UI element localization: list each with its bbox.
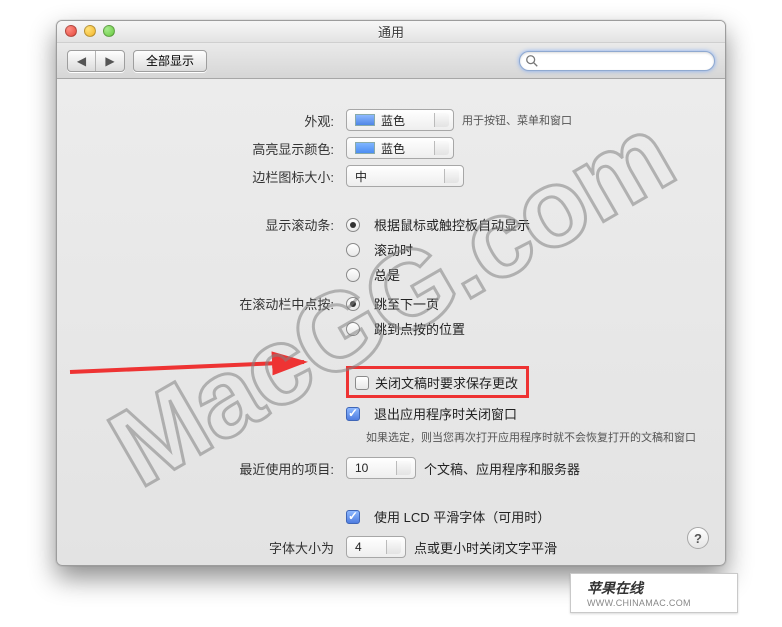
lcd-smoothing-label[interactable]: 使用 LCD 平滑字体（可用时）	[374, 507, 550, 526]
highlight-label: 高亮显示颜色:	[81, 139, 346, 158]
close-windows-label[interactable]: 退出应用程序时关闭窗口	[374, 404, 517, 423]
scroll-click-label: 在滚动栏中点按:	[81, 294, 346, 313]
preferences-window: 通用 ◀ ▶ 全部显示 外观: 蓝色 ▲▼ 用于按钮、菜单和窗口	[56, 20, 726, 566]
scroll-click-radio-page[interactable]	[346, 297, 360, 311]
font-smooth-value: 4	[355, 540, 362, 554]
recent-value: 10	[355, 461, 368, 475]
footer-badge: 苹果在线 WWW.CHINAMAC.COM	[570, 573, 738, 613]
sidebar-icon-popup[interactable]: 中 ▲▼	[346, 165, 464, 187]
scrollbar-opt-scrolling[interactable]: 滚动时	[374, 240, 413, 259]
appearance-value: 蓝色	[381, 112, 405, 129]
search-wrap	[519, 51, 715, 71]
close-window-button[interactable]	[65, 25, 77, 37]
font-smooth-label: 字体大小为	[81, 538, 346, 557]
highlight-value: 蓝色	[381, 140, 405, 157]
search-icon	[525, 54, 539, 68]
sidebar-icon-value: 中	[355, 168, 367, 185]
titlebar: 通用	[57, 21, 725, 43]
ask-save-label[interactable]: 关闭文稿时要求保存更改	[375, 373, 518, 392]
scroll-click-opt-page[interactable]: 跳至下一页	[374, 294, 439, 313]
annotation-highlight: 关闭文稿时要求保存更改	[346, 366, 529, 398]
appearance-hint: 用于按钮、菜单和窗口	[462, 112, 572, 128]
close-windows-checkbox[interactable]	[346, 407, 360, 421]
recent-popup[interactable]: 10 ▲▼	[346, 457, 416, 479]
search-input[interactable]	[519, 51, 715, 71]
scroll-click-opt-spot[interactable]: 跳到点按的位置	[374, 319, 465, 338]
footer-url: WWW.CHINAMAC.COM	[587, 598, 691, 608]
scrollbar-radio-auto[interactable]	[346, 218, 360, 232]
zoom-window-button[interactable]	[103, 25, 115, 37]
content: 外观: 蓝色 ▲▼ 用于按钮、菜单和窗口 高亮显示颜色: 蓝色 ▲▼	[57, 79, 725, 566]
font-smooth-popup[interactable]: 4 ▲▼	[346, 536, 406, 558]
scroll-click-radio-spot[interactable]	[346, 322, 360, 336]
scrollbar-opt-always[interactable]: 总是	[374, 265, 400, 284]
color-swatch-icon	[355, 142, 375, 154]
footer-brand: 苹果在线	[587, 578, 691, 598]
lcd-smoothing-checkbox[interactable]	[346, 510, 360, 524]
font-smooth-hint: 点或更小时关闭文字平滑	[414, 538, 557, 557]
scrollbar-radio-always[interactable]	[346, 268, 360, 282]
close-windows-hint: 如果选定，则当您再次打开应用程序时就不会恢复打开的文稿和窗口	[346, 429, 696, 445]
forward-button[interactable]: ▶	[96, 51, 124, 71]
nav-segment: ◀ ▶	[67, 50, 125, 72]
ask-save-checkbox[interactable]	[355, 376, 369, 390]
scrollbar-label: 显示滚动条:	[81, 215, 346, 234]
appearance-label: 外观:	[81, 111, 346, 130]
help-button[interactable]: ?	[687, 527, 709, 549]
recent-hint: 个文稿、应用程序和服务器	[424, 459, 580, 478]
scrollbar-radio-scrolling[interactable]	[346, 243, 360, 257]
toolbar: ◀ ▶ 全部显示	[57, 43, 725, 79]
scrollbar-opt-auto[interactable]: 根据鼠标或触控板自动显示	[374, 215, 530, 234]
window-title: 通用	[378, 22, 404, 41]
window-controls	[65, 25, 115, 37]
sidebar-icon-label: 边栏图标大小:	[81, 167, 346, 186]
back-button[interactable]: ◀	[68, 51, 96, 71]
color-swatch-icon	[355, 114, 375, 126]
appearance-popup[interactable]: 蓝色 ▲▼	[346, 109, 454, 131]
minimize-window-button[interactable]	[84, 25, 96, 37]
recent-label: 最近使用的项目:	[81, 459, 346, 478]
show-all-button[interactable]: 全部显示	[133, 50, 207, 72]
highlight-popup[interactable]: 蓝色 ▲▼	[346, 137, 454, 159]
